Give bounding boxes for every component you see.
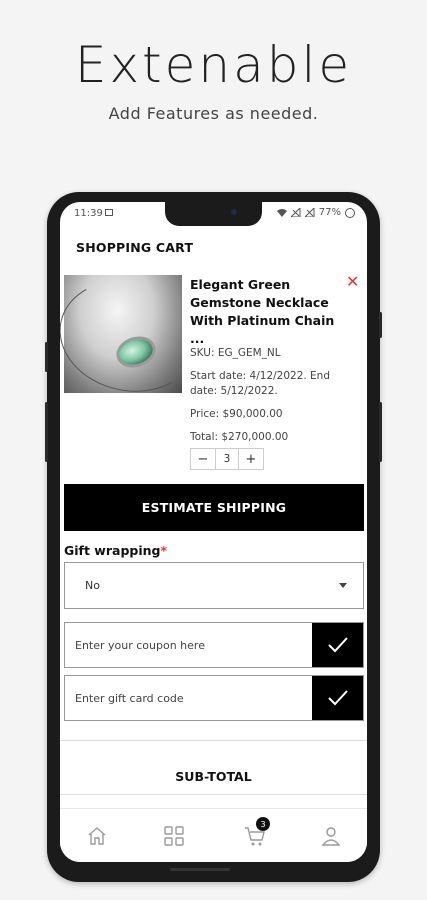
gift-wrapping-value: No (85, 579, 100, 592)
side-button (379, 312, 382, 338)
camera-icon (231, 209, 237, 215)
product-dates: Start date: 4/12/2022. End date: 5/12/20… (190, 370, 331, 397)
home-indicator (170, 868, 230, 871)
product-name[interactable]: Elegant Green Gemstone Necklace With Pla… (190, 276, 340, 348)
phone-frame: 11:39 77% SHOPPING CART Elegant Green Ge… (45, 192, 382, 882)
tab-cart[interactable]: 3 (244, 817, 270, 847)
tab-account[interactable] (320, 825, 342, 847)
promo-subline: Add Features as needed. (108, 104, 319, 123)
status-indicators: 77% (276, 207, 355, 218)
plus-icon[interactable]: + (239, 449, 263, 469)
product-total: Total: $270,000.00 (190, 431, 289, 443)
gift-wrapping-select[interactable]: No (64, 562, 364, 609)
close-icon[interactable]: ✕ (346, 272, 359, 291)
apply-coupon-button[interactable] (312, 623, 363, 667)
cart-badge: 3 (256, 817, 270, 831)
signal-icon (304, 208, 315, 217)
product-image[interactable] (60, 267, 209, 405)
divider (60, 794, 367, 795)
apply-gift-card-button[interactable] (312, 676, 363, 720)
bottom-tab-bar: 3 (60, 808, 367, 862)
product-price: Price: $90,000.00 (190, 408, 283, 420)
wifi-icon (276, 209, 287, 217)
coupon-field (64, 622, 364, 668)
promo-headline: Extenable (74, 36, 353, 94)
image-notification-icon (105, 209, 113, 216)
gift-wrapping-label: Gift wrapping* (64, 543, 167, 558)
page-title: SHOPPING CART (76, 240, 194, 255)
estimate-shipping-button[interactable]: ESTIMATE SHIPPING (64, 484, 364, 531)
app-screen: 11:39 77% SHOPPING CART Elegant Green Ge… (60, 202, 367, 862)
volume-button (45, 342, 48, 372)
checkmark-icon (327, 637, 348, 653)
gift-wrapping-label-text: Gift wrapping (64, 543, 161, 558)
chevron-down-icon (339, 583, 347, 588)
quantity-value[interactable]: 3 (215, 449, 239, 469)
gift-card-field (64, 675, 364, 721)
power-button (379, 402, 382, 462)
tab-home[interactable] (86, 825, 108, 847)
coupon-input[interactable] (65, 623, 312, 667)
product-sku: SKU: EG_GEM_NL (190, 347, 281, 359)
gift-card-input[interactable] (65, 676, 312, 720)
camera-notch (165, 202, 262, 226)
minus-icon[interactable]: − (191, 449, 215, 469)
subtotal-label: SUB-TOTAL (175, 769, 252, 784)
grid-icon (164, 826, 184, 846)
user-icon (321, 827, 341, 846)
divider (60, 740, 367, 741)
battery-icon (345, 207, 355, 218)
volume-button (45, 402, 48, 462)
battery-percent: 77% (318, 207, 341, 218)
home-icon (88, 827, 106, 845)
required-mark: * (160, 543, 168, 558)
signal-icon (290, 208, 301, 217)
quantity-stepper: − 3 + (190, 448, 264, 470)
checkmark-icon (327, 690, 348, 706)
tab-categories[interactable] (163, 825, 185, 847)
status-time: 11:39 (74, 208, 103, 219)
